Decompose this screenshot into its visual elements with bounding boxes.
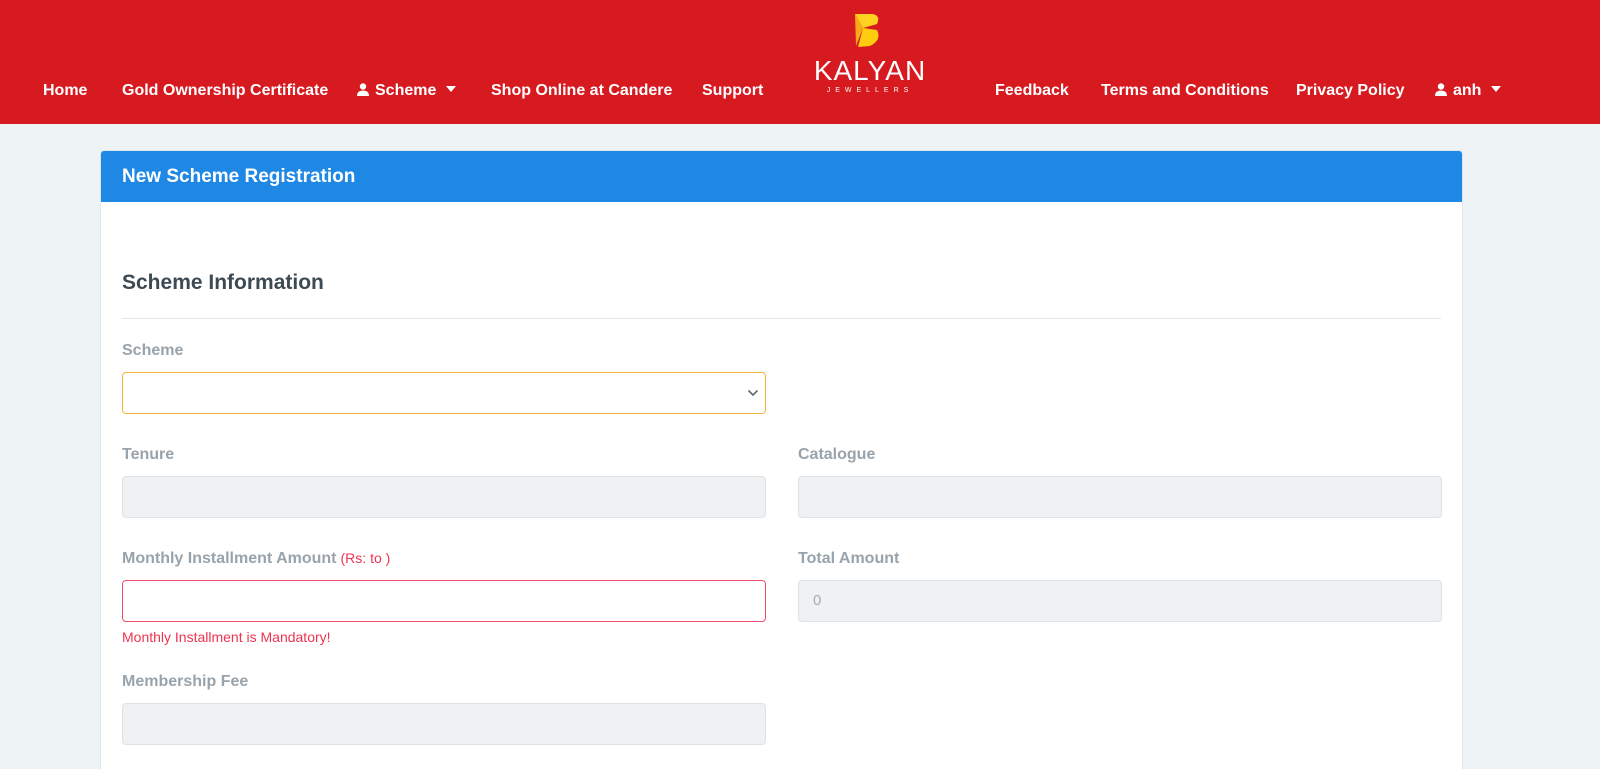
nav-shop-online[interactable]: Shop Online at Candere <box>491 80 672 102</box>
scheme-registration-card: New Scheme Registration Scheme Informati… <box>100 150 1463 769</box>
scheme-select[interactable] <box>122 372 766 414</box>
catalogue-field <box>798 476 1442 518</box>
total-amount-label: Total Amount <box>798 550 900 567</box>
monthly-installment-input[interactable] <box>122 580 766 622</box>
monthly-installment-label: Monthly Installment Amount (Rs: to ) <box>122 550 390 568</box>
tenure-label: Tenure <box>122 446 175 463</box>
nav-privacy[interactable]: Privacy Policy <box>1296 80 1405 102</box>
nav-terms[interactable]: Terms and Conditions <box>1101 80 1269 102</box>
scheme-label: Scheme <box>122 342 184 359</box>
card-title: New Scheme Registration <box>101 151 1462 202</box>
kalyan-logo[interactable]: KALYAN JEWELLERS <box>812 10 928 98</box>
kalyan-leaf-logo-icon <box>855 14 879 47</box>
chevron-down-icon <box>747 389 759 397</box>
membership-fee-field <box>122 703 766 745</box>
nav-feedback[interactable]: Feedback <box>995 80 1069 102</box>
membership-fee-label: Membership Fee <box>122 673 249 690</box>
nav-gold-ownership-certificate[interactable]: Gold Ownership Certificate <box>122 80 328 102</box>
nav-home[interactable]: Home <box>43 80 87 102</box>
section-title: Scheme Information <box>122 271 324 294</box>
total-amount-field: 0 <box>798 580 1442 622</box>
caret-down-icon <box>1491 86 1502 93</box>
logo-subtitle: JEWELLERS <box>826 87 914 94</box>
person-icon <box>357 83 369 96</box>
tenure-field <box>122 476 766 518</box>
monthly-installment-error: Monthly Installment is Mandatory! <box>122 629 331 645</box>
top-navbar: Home Gold Ownership Certificate Scheme S… <box>0 0 1600 124</box>
nav-support[interactable]: Support <box>702 80 763 102</box>
nav-scheme-dropdown[interactable]: Scheme <box>357 80 457 102</box>
monthly-installment-range-hint: (Rs: to ) <box>340 550 391 566</box>
nav-scheme-label: Scheme <box>375 82 437 99</box>
caret-down-icon <box>446 86 457 93</box>
person-icon <box>1435 83 1447 96</box>
nav-user-label: anh <box>1453 82 1482 99</box>
catalogue-label: Catalogue <box>798 446 876 463</box>
monthly-installment-label-text: Monthly Installment Amount <box>122 550 337 567</box>
logo-wordmark: KALYAN <box>813 55 927 86</box>
section-divider <box>122 318 1441 319</box>
nav-user-dropdown[interactable]: anh <box>1435 80 1502 102</box>
